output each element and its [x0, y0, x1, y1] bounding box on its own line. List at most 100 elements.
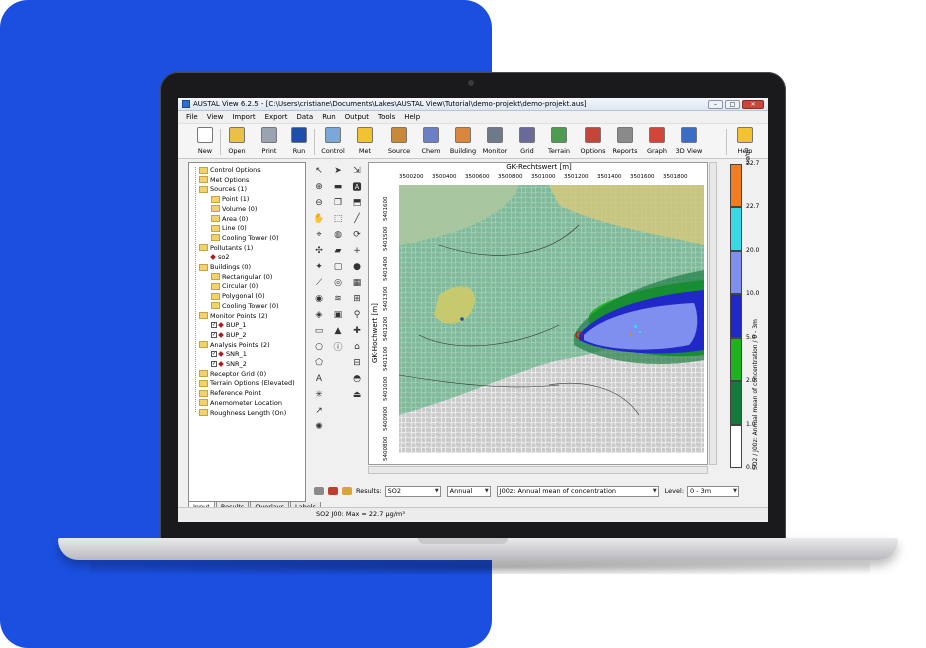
menu-help[interactable]: Help	[404, 113, 420, 121]
target-icon[interactable]: ◎	[331, 276, 345, 289]
dot-icon[interactable]: ●	[350, 260, 364, 273]
close-button[interactable]: ✕	[742, 100, 764, 109]
crosshair-icon[interactable]: ⌖	[312, 228, 326, 241]
terrain-tool-icon[interactable]: ▲	[331, 324, 345, 337]
source-marker-icon[interactable]	[328, 487, 338, 495]
tree-node-analysis-points-2[interactable]: Analysis Points (2)	[199, 340, 270, 350]
tree-node-cooling-tower-0[interactable]: Cooling Tower (0)	[211, 233, 279, 243]
tree-node-reference-point[interactable]: Reference Point	[199, 388, 261, 398]
wind-icon[interactable]: ≋	[331, 292, 345, 305]
volume-source-icon[interactable]: ◈	[312, 308, 326, 321]
tree-node-so2[interactable]: so2	[210, 252, 230, 262]
tree-node-terrain-options-elevated[interactable]: Terrain Options (Elevated)	[199, 378, 295, 388]
menu-data[interactable]: Data	[297, 113, 314, 121]
tree-node-volume-0[interactable]: Volume (0)	[211, 204, 257, 214]
plus-icon[interactable]: +	[350, 244, 364, 257]
ruler-icon[interactable]: ▬	[331, 180, 345, 193]
statistic-select[interactable]: J00z: Annual mean of concentration	[496, 485, 659, 497]
minimize-button[interactable]: –	[708, 100, 723, 109]
tree-node-circular-0[interactable]: Circular (0)	[211, 281, 258, 291]
frame-icon[interactable]: ▢	[331, 260, 345, 273]
tree-node-point-1[interactable]: Point (1)	[211, 194, 249, 204]
maximize-button[interactable]: □	[725, 100, 740, 109]
menu-view[interactable]: View	[207, 113, 224, 121]
polygon-icon[interactable]: ⬠	[312, 356, 326, 369]
toolbar-chem-button[interactable]: Chem	[416, 127, 446, 158]
text-box-icon[interactable]: 🅰	[350, 180, 364, 193]
rectangle-icon[interactable]: ▭	[312, 324, 326, 337]
tree-node-line-0[interactable]: Line (0)	[211, 223, 247, 233]
tree-node-bup-1[interactable]: ✓ BUP_1	[211, 320, 247, 330]
export-map-icon[interactable]: ⇲	[350, 164, 364, 177]
concentration-map[interactable]	[399, 185, 704, 453]
label-icon[interactable]	[342, 487, 352, 495]
hatch-icon[interactable]: ▦	[350, 276, 364, 289]
compass-icon[interactable]: ✺	[312, 420, 326, 433]
toolbar-graph-button[interactable]: Graph	[642, 127, 672, 158]
toolbar-building-button[interactable]: Building	[448, 127, 478, 158]
period-select[interactable]: Annual	[446, 485, 491, 497]
tree-node-control-options[interactable]: Control Options	[199, 165, 261, 175]
toolbar-print-button[interactable]: Print	[254, 127, 284, 158]
toolbar-grid-button[interactable]: Grid	[512, 127, 542, 158]
toolbar-control-button[interactable]: Control	[318, 127, 348, 158]
tree-node-snr-2[interactable]: ✓ SNR_2	[211, 359, 247, 369]
menu-tools[interactable]: Tools	[378, 113, 395, 121]
menu-output[interactable]: Output	[345, 113, 369, 121]
zoom-out-icon[interactable]: ⊖	[312, 196, 326, 209]
select-area-icon[interactable]: ⬚	[331, 212, 345, 225]
menu-import[interactable]: Import	[232, 113, 255, 121]
tree-node-cooling-tower-0[interactable]: Cooling Tower (0)	[211, 301, 279, 311]
building-tool-icon[interactable]: ⌂	[350, 340, 364, 353]
pollutant-select[interactable]: SO2	[384, 485, 441, 497]
checkbox[interactable]: ✓	[211, 351, 217, 358]
rotate-icon[interactable]: ⟳	[350, 228, 364, 241]
info-icon[interactable]: ⓘ	[331, 340, 345, 353]
contour-icon[interactable]	[314, 487, 324, 495]
cone-icon[interactable]: ⏏	[350, 388, 364, 401]
checkbox[interactable]: ✓	[211, 322, 217, 329]
level-select[interactable]: 0 - 3m	[687, 485, 740, 497]
tree-node-bup-2[interactable]: ✓ BUP_2	[211, 330, 247, 340]
add-red-icon[interactable]: ✚	[350, 324, 364, 337]
tree-node-pollutants-1[interactable]: Pollutants (1)	[199, 243, 253, 253]
tree-node-met-options[interactable]: Met Options	[199, 175, 249, 185]
grid-tool-icon[interactable]: ⊞	[350, 292, 364, 305]
checkbox[interactable]: ✓	[211, 331, 217, 338]
tree-node-sources-1[interactable]: Sources (1)	[199, 184, 247, 194]
zoom-in-icon[interactable]: ⊕	[312, 180, 326, 193]
menu-run[interactable]: Run	[322, 113, 335, 121]
toolbar-reports-button[interactable]: Reports	[610, 127, 640, 158]
pan-hand-icon[interactable]: ✋	[312, 212, 326, 225]
toolbar-open-button[interactable]: Open	[222, 127, 252, 158]
circle-icon[interactable]: ○	[312, 340, 326, 353]
pointer-tool-icon[interactable]: ↖	[312, 164, 326, 177]
box-3d-icon[interactable]: ⬒	[350, 196, 364, 209]
tree-node-rectangular-0[interactable]: Rectangular (0)	[211, 272, 272, 282]
layers-icon[interactable]: ▰	[331, 244, 345, 257]
menu-export[interactable]: Export	[265, 113, 288, 121]
tree-node-monitor-points-2[interactable]: Monitor Points (2)	[199, 311, 268, 321]
toolbar-terrain-button[interactable]: Terrain	[544, 127, 574, 158]
globe-icon[interactable]: ◍	[331, 228, 345, 241]
draw-line-icon[interactable]: ╱	[350, 212, 364, 225]
tank-icon[interactable]: ⊟	[350, 356, 364, 369]
tree-node-buildings-0[interactable]: Buildings (0)	[199, 262, 251, 272]
line-source-icon[interactable]: ⟋	[312, 276, 326, 289]
map-horizontal-scrollbar[interactable]	[368, 466, 708, 474]
checkbox[interactable]: ✓	[211, 361, 217, 367]
navigate-icon[interactable]: ➤	[331, 164, 345, 177]
toolbar-new-button[interactable]: New	[190, 127, 220, 158]
toolbar-run-button[interactable]: Run	[284, 127, 314, 158]
arrow-tool-icon[interactable]: ↗	[312, 404, 326, 417]
star-icon[interactable]: ✳	[312, 388, 326, 401]
tree-node-receptor-grid-0[interactable]: Receptor Grid (0)	[199, 369, 266, 379]
tree-node-anemometer-location[interactable]: Anemometer Location	[199, 398, 282, 408]
tree-node-polygonal-0[interactable]: Polygonal (0)	[211, 291, 265, 301]
measure-icon[interactable]: ✦	[312, 260, 326, 273]
map-view[interactable]: GK-Rechtswert [m] 3500200 3500400 3500600 3…	[368, 162, 708, 465]
area-source-icon[interactable]: ◉	[312, 292, 326, 305]
split-icon[interactable]: ⚲	[350, 308, 364, 321]
toolbar-monitor-button[interactable]: Monitor	[480, 127, 510, 158]
tree-node-snr-1[interactable]: ✓ SNR_1	[211, 349, 247, 359]
